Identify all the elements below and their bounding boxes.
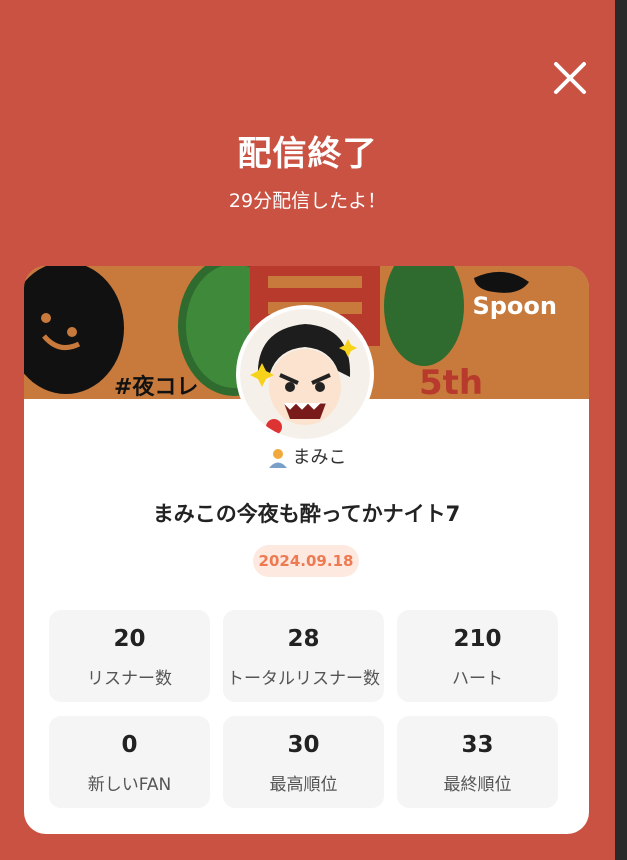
stat-final-rank: 33 最終順位	[397, 716, 558, 808]
stat-label: ハート	[452, 669, 503, 689]
stat-label: 新しいFAN	[87, 775, 172, 795]
stat-new-fans: 0 新しいFAN	[49, 716, 210, 808]
stat-value: 30	[287, 732, 320, 758]
person-icon	[267, 447, 289, 469]
close-icon	[554, 62, 586, 94]
page-title: 配信終了	[237, 134, 378, 174]
stat-value: 20	[113, 626, 146, 652]
avatar-image	[240, 309, 370, 439]
stat-listeners: 20 リスナー数	[49, 610, 210, 702]
stat-hearts: 210 ハート	[397, 610, 558, 702]
spoon-logo: Spoon	[472, 292, 557, 320]
stat-value: 28	[287, 626, 320, 652]
svg-text:5th: 5th	[419, 363, 483, 399]
stat-label: 最高順位	[269, 775, 338, 795]
close-button[interactable]	[550, 58, 590, 98]
stat-total-listeners: 28 トータルリスナー数	[223, 610, 384, 702]
stat-label: トータルリスナー数	[227, 669, 380, 689]
date-badge: 2024.09.18	[253, 545, 359, 577]
avatar[interactable]	[240, 309, 370, 439]
stat-label: 最終順位	[443, 775, 512, 795]
username: まみこ	[292, 447, 347, 468]
live-title: まみこの今夜も酔ってかナイト7	[152, 502, 461, 526]
stat-highest-rank: 30 最高順位	[223, 716, 384, 808]
stat-label: リスナー数	[87, 669, 172, 689]
stat-value: 33	[461, 732, 494, 758]
svg-text:#夜コレ: #夜コレ	[114, 374, 198, 399]
summary-card: #夜コレ 5th Spoon まみこ まみこの今夜も酔ってかナイト7 2024.…	[24, 266, 589, 834]
stat-value: 0	[121, 732, 138, 758]
broadcast-duration: 29分配信したよ！	[228, 190, 387, 212]
stat-value: 210	[453, 626, 502, 652]
username-row: まみこ	[24, 443, 589, 469]
side-strip	[615, 0, 627, 860]
